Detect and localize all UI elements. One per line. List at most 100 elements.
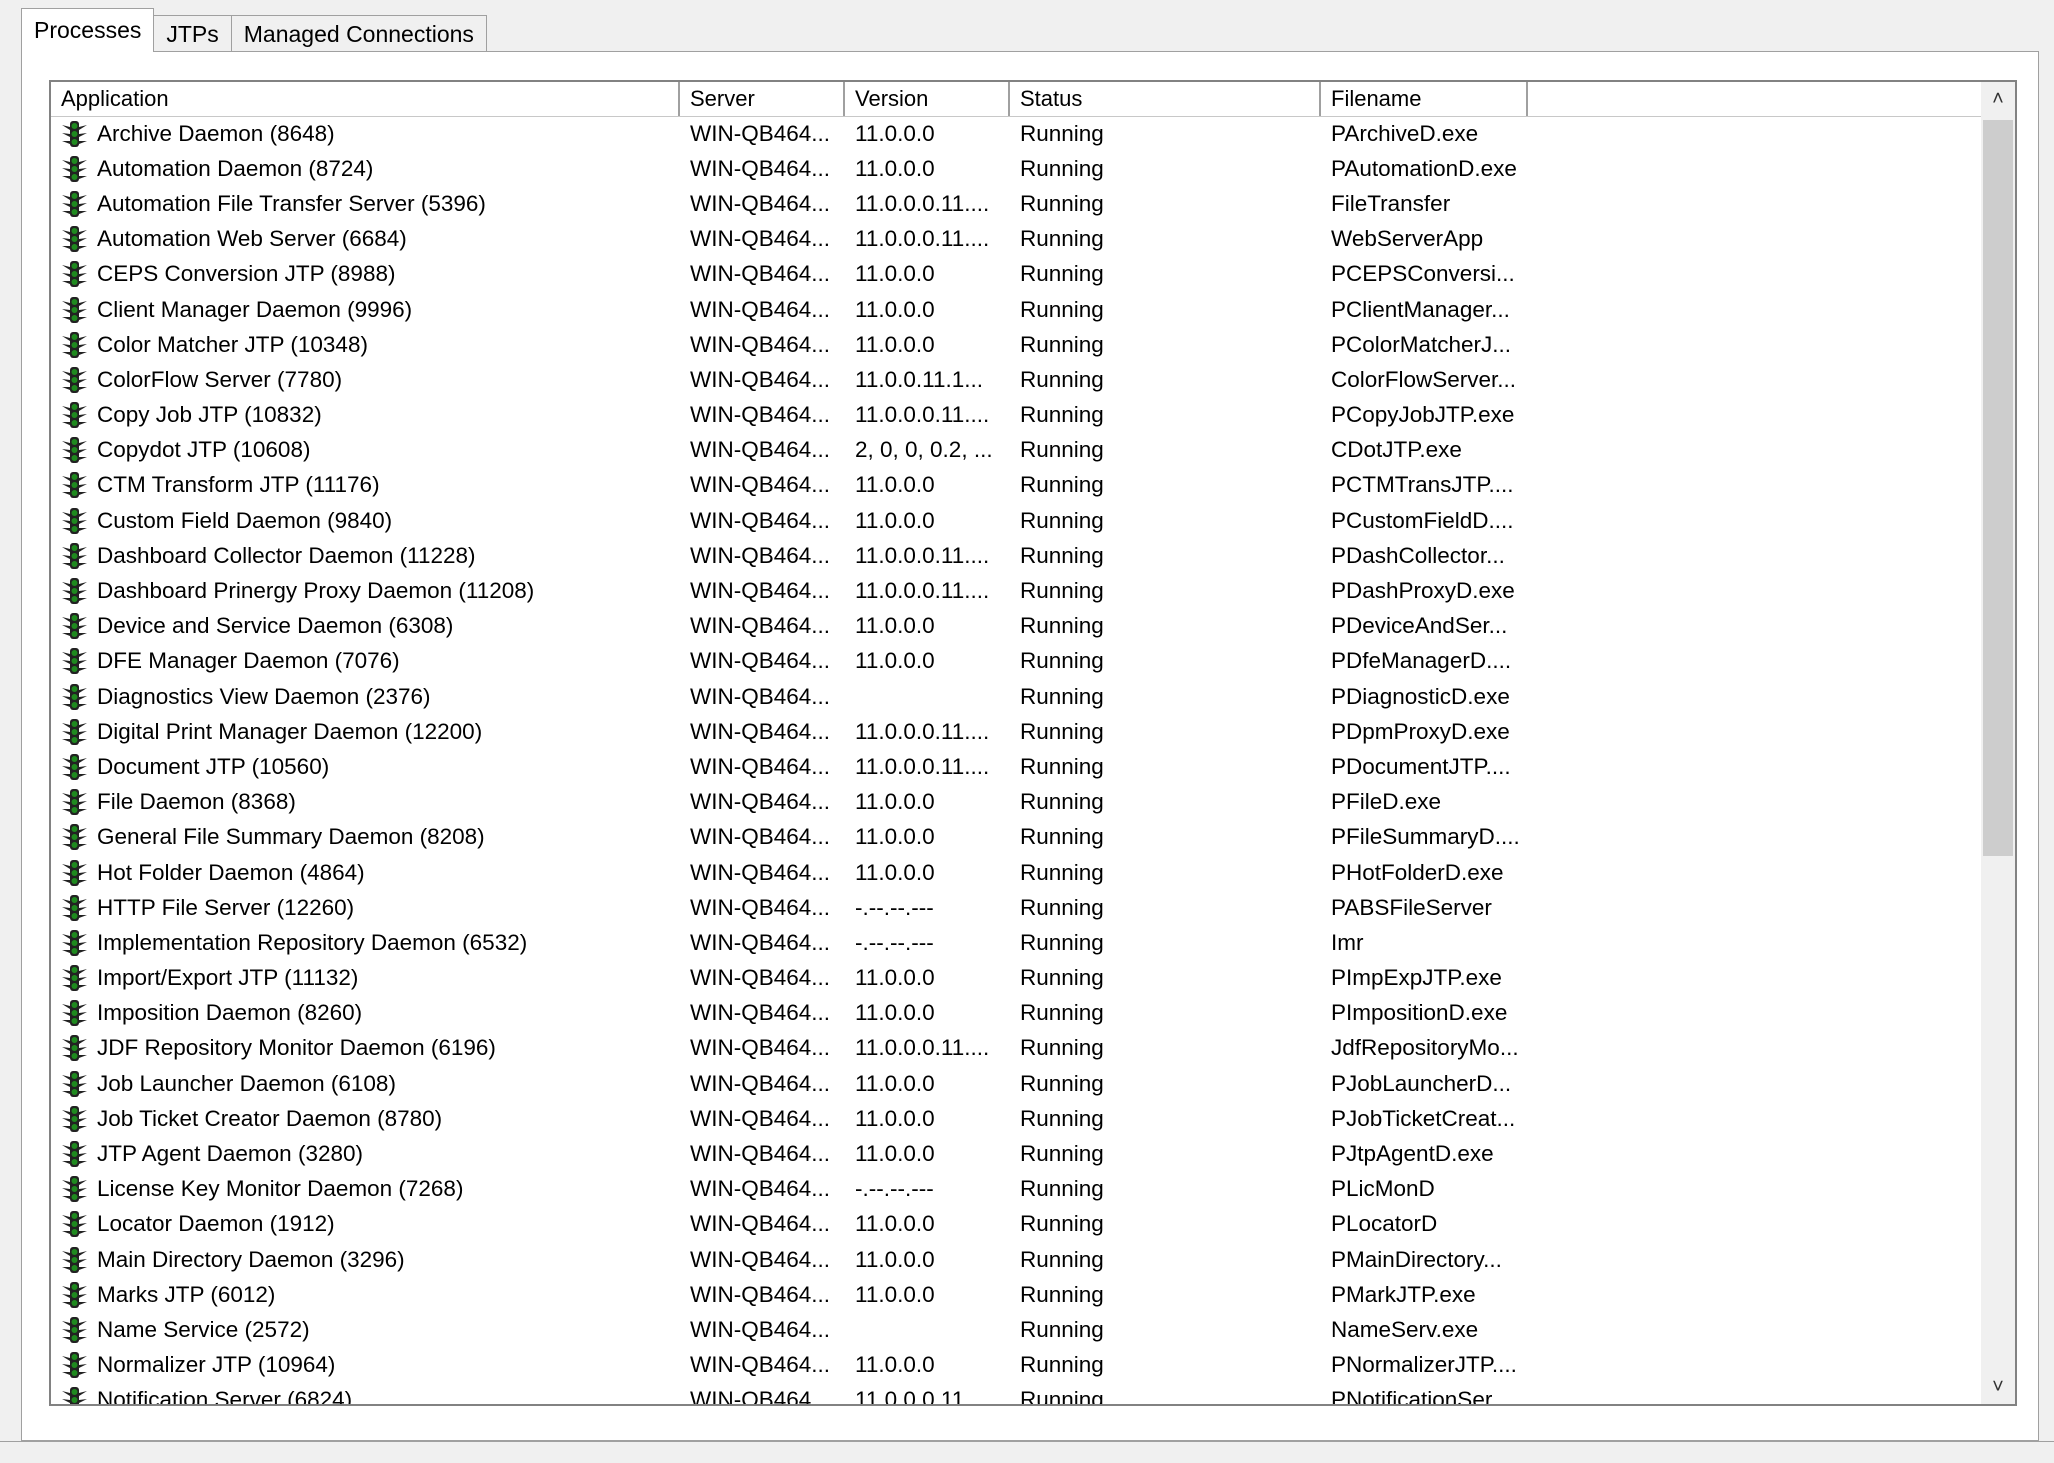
table-row[interactable]: Job Ticket Creator Daemon (8780) WIN-QB46…	[51, 1101, 1983, 1136]
traffic-light-process-icon	[62, 613, 87, 640]
table-row[interactable]: Custom Field Daemon (9840) WIN-QB464... 11…	[51, 503, 1983, 538]
cell-server: WIN-QB464...	[690, 507, 831, 533]
application-name: CEPS Conversion JTP (8988)	[97, 261, 396, 287]
table-row[interactable]: Dashboard Prinergy Proxy Daemon (11208) W…	[51, 573, 1983, 608]
application-name: License Key Monitor Daemon (7268)	[97, 1176, 464, 1202]
table-row[interactable]: Automation File Transfer Server (5396) WI…	[51, 186, 1983, 221]
table-row[interactable]: Dashboard Collector Daemon (11228) WIN-QB…	[51, 538, 1983, 573]
cell-status: Running	[1020, 648, 1104, 674]
table-row[interactable]: Locator Daemon (1912) WIN-QB464... 11.0.0.…	[51, 1207, 1983, 1242]
table-row[interactable]: Name Service (2572) WIN-QB464... Running Na…	[51, 1312, 1983, 1347]
table-row[interactable]: Copy Job JTP (10832) WIN-QB464... 11.0.0.0…	[51, 398, 1983, 433]
cell-filename: PAutomationD.exe	[1331, 155, 1517, 181]
scrollbar-thumb[interactable]	[1983, 120, 2013, 856]
table-row[interactable]: ColorFlow Server (7780) WIN-QB464... 11.0.…	[51, 362, 1983, 397]
table-row[interactable]: Main Directory Daemon (3296) WIN-QB464...…	[51, 1242, 1983, 1277]
cell-application: ColorFlow Server (7780)	[51, 365, 680, 395]
cell-application: JDF Repository Monitor Daemon (6196)	[51, 1033, 680, 1063]
table-row[interactable]: Client Manager Daemon (9996) WIN-QB464...…	[51, 292, 1983, 327]
table-row[interactable]: Implementation Repository Daemon (6532) W…	[51, 925, 1983, 960]
traffic-light-process-icon	[62, 1352, 87, 1379]
table-row[interactable]: Imposition Daemon (8260) WIN-QB464... 11.0…	[51, 996, 1983, 1031]
cell-filename: PDashProxyD.exe	[1331, 578, 1515, 604]
cell-filename: JdfRepositoryMo...	[1331, 1035, 1519, 1061]
table-row[interactable]: Import/Export JTP (11132) WIN-QB464... 11.…	[51, 961, 1983, 996]
cell-status: Running	[1020, 1105, 1104, 1131]
tab-strip: Processes JTPs Managed Connections	[21, 8, 487, 52]
cell-filename: CDotJTP.exe	[1331, 437, 1462, 463]
traffic-light-process-icon	[62, 1316, 87, 1343]
traffic-light-process-icon	[62, 894, 87, 921]
cell-version: 11.0.0.0	[855, 613, 935, 639]
table-row[interactable]: Automation Web Server (6684) WIN-QB464...…	[51, 222, 1983, 257]
cell-status: Running	[1020, 472, 1104, 498]
table-row[interactable]: CEPS Conversion JTP (8988) WIN-QB464... 11…	[51, 257, 1983, 292]
cell-status: Running	[1020, 789, 1104, 815]
cell-version: 11.0.0.0	[855, 472, 935, 498]
column-header-status[interactable]: Status	[1010, 82, 1321, 116]
table-row[interactable]: Diagnostics View Daemon (2376) WIN-QB464.…	[51, 679, 1983, 714]
cell-version: 11.0.0.0.11....	[855, 1035, 990, 1061]
traffic-light-process-icon	[62, 1070, 87, 1097]
table-row[interactable]: Notification Server (6824) WIN-QB464... 11…	[51, 1383, 1983, 1406]
cell-status: Running	[1020, 578, 1104, 604]
table-row[interactable]: HTTP File Server (12260) WIN-QB464... -.--…	[51, 890, 1983, 925]
table-row[interactable]: DFE Manager Daemon (7076) WIN-QB464... 11.…	[51, 644, 1983, 679]
scroll-up-button[interactable]: ˄	[1981, 82, 2015, 116]
cell-server: WIN-QB464...	[690, 789, 831, 815]
table-row[interactable]: Color Matcher JTP (10348) WIN-QB464... 11.…	[51, 327, 1983, 362]
application-name: Main Directory Daemon (3296)	[97, 1246, 405, 1272]
column-header-server[interactable]: Server	[680, 82, 845, 116]
tab-managed-connections[interactable]: Managed Connections	[230, 15, 487, 52]
table-row[interactable]: JDF Repository Monitor Daemon (6196) WIN-…	[51, 1031, 1983, 1066]
column-header-filename[interactable]: Filename	[1321, 82, 1528, 116]
cell-application: DFE Manager Daemon (7076)	[51, 646, 680, 676]
cell-filename: Imr	[1331, 929, 1364, 955]
cell-status: Running	[1020, 1000, 1104, 1026]
application-name: Locator Daemon (1912)	[97, 1211, 335, 1237]
scroll-down-button[interactable]: ˅	[1981, 1370, 2015, 1404]
table-row[interactable]: Archive Daemon (8648) WIN-QB464... 11.0.0.…	[51, 116, 1983, 151]
cell-version: 11.0.0.0	[855, 1211, 935, 1237]
traffic-light-process-icon	[62, 402, 87, 429]
vertical-scrollbar[interactable]: ˄ ˅	[1981, 82, 2015, 1404]
table-row[interactable]: Device and Service Daemon (6308) WIN-QB46…	[51, 609, 1983, 644]
traffic-light-process-icon	[62, 859, 87, 886]
cell-server: WIN-QB464...	[690, 1387, 831, 1406]
cell-filename: PLicMonD	[1331, 1176, 1435, 1202]
cell-server: WIN-QB464...	[690, 402, 831, 428]
table-row[interactable]: Hot Folder Daemon (4864) WIN-QB464... 11.0…	[51, 855, 1983, 890]
table-row[interactable]: Automation Daemon (8724) WIN-QB464... 11.0…	[51, 151, 1983, 186]
cell-server: WIN-QB464...	[690, 472, 831, 498]
traffic-light-process-icon	[62, 437, 87, 464]
cell-server: WIN-QB464...	[690, 1070, 831, 1096]
table-row[interactable]: Job Launcher Daemon (6108) WIN-QB464... 11…	[51, 1066, 1983, 1101]
cell-status: Running	[1020, 965, 1104, 991]
application-name: Copydot JTP (10608)	[97, 437, 311, 463]
table-row[interactable]: CTM Transform JTP (11176) WIN-QB464... 11.…	[51, 468, 1983, 503]
traffic-light-process-icon	[62, 366, 87, 393]
table-row[interactable]: Copydot JTP (10608) WIN-QB464... 2, 0, 0, …	[51, 433, 1983, 468]
tab-processes[interactable]: Processes	[21, 8, 155, 52]
column-header-application[interactable]: Application	[51, 82, 680, 116]
cell-server: WIN-QB464...	[690, 366, 831, 392]
table-row[interactable]: Marks JTP (6012) WIN-QB464... 11.0.0.0 Runn…	[51, 1277, 1983, 1312]
process-list[interactable]: Application Server Version Status Filena…	[49, 80, 2017, 1406]
table-row[interactable]: General File Summary Daemon (8208) WIN-QB…	[51, 820, 1983, 855]
cell-filename: PCopyJobJTP.exe	[1331, 402, 1515, 428]
cell-status: Running	[1020, 1281, 1104, 1307]
cell-status: Running	[1020, 366, 1104, 392]
cell-status: Running	[1020, 226, 1104, 252]
cell-server: WIN-QB464...	[690, 1281, 831, 1307]
cell-status: Running	[1020, 929, 1104, 955]
application-name: Color Matcher JTP (10348)	[97, 331, 368, 357]
table-row[interactable]: JTP Agent Daemon (3280) WIN-QB464... 11.0.…	[51, 1136, 1983, 1171]
tab-jtps[interactable]: JTPs	[153, 15, 232, 52]
cell-filename: PDeviceAndSer...	[1331, 613, 1508, 639]
table-row[interactable]: Digital Print Manager Daemon (12200) WIN-…	[51, 714, 1983, 749]
table-row[interactable]: Normalizer JTP (10964) WIN-QB464... 11.0.0…	[51, 1348, 1983, 1383]
table-row[interactable]: License Key Monitor Daemon (7268) WIN-QB4…	[51, 1172, 1983, 1207]
column-header-version[interactable]: Version	[845, 82, 1010, 116]
table-row[interactable]: Document JTP (10560) WIN-QB464... 11.0.0.0…	[51, 749, 1983, 784]
table-row[interactable]: File Daemon (8368) WIN-QB464... 11.0.0.0 Ru…	[51, 785, 1983, 820]
